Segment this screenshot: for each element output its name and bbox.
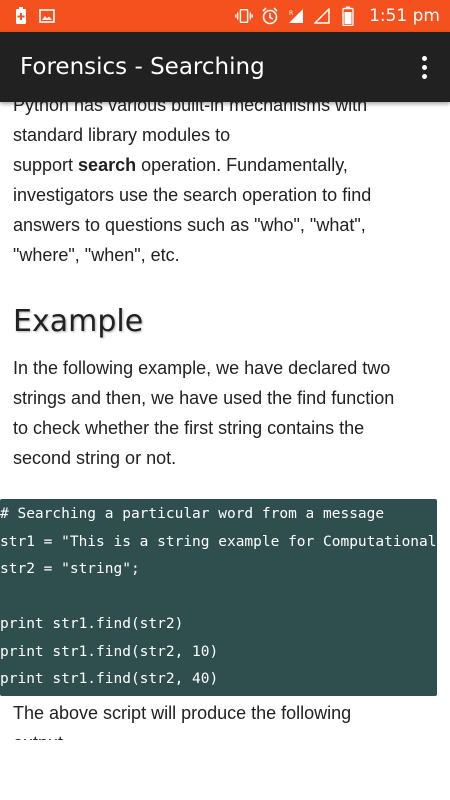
output-line: The above script will produce the follow… (13, 702, 352, 723)
alarm-icon (261, 7, 279, 25)
code-line: # Searching a particular word from a mes… (0, 506, 385, 522)
example-line: second string or not. (13, 448, 177, 468)
example-line: to check whether the first string contai… (13, 418, 365, 438)
intro-line: standard library modules to (13, 125, 231, 145)
more-vert-icon[interactable] (406, 43, 442, 91)
code-line: str1 = "This is a string example for Com… (0, 533, 437, 550)
status-time: 1:51 pm (369, 6, 440, 26)
example-line: In the following example, we have declar… (13, 358, 391, 378)
example-line: strings and then, we have used the find … (13, 388, 395, 408)
intro-paragraph: Python has various built-in mechanisms w… (13, 102, 438, 270)
code-block[interactable]: # Searching a particular word from a mes… (0, 499, 437, 696)
intro-line: investigators use the search operation t… (13, 185, 372, 205)
article-content[interactable]: Python has various built-in mechanisms w… (0, 102, 450, 740)
code-line: print str1.find(str2, 40) (0, 671, 219, 687)
code-line: print str1.find(str2) (0, 616, 184, 632)
battery-icon (339, 6, 357, 26)
battery-saver-icon (12, 7, 30, 25)
intro-line: support (13, 155, 79, 175)
signal-icon: R (287, 7, 305, 25)
example-paragraph: In the following example, we have declar… (13, 353, 438, 473)
image-icon (38, 7, 56, 25)
page-title: Forensics - Searching (20, 54, 265, 80)
app-bar: Forensics - Searching (0, 32, 450, 102)
code-line: print str1.find(str2, 10) (0, 643, 219, 660)
code-line: str2 = "string"; (0, 561, 140, 577)
search-keyword: search (78, 155, 137, 175)
signal-icon-2 (313, 7, 331, 25)
intro-line: "where", "when", etc. (13, 245, 180, 265)
vibrate-icon (235, 7, 253, 25)
status-bar: R 1:51 pm (0, 0, 450, 32)
intro-line: Python has various built-in mechanisms w… (13, 102, 368, 115)
intro-line: operation. Fundamentally, (136, 155, 348, 175)
section-heading: Example (13, 304, 144, 339)
svg-text:R: R (289, 10, 293, 17)
output-paragraph: The above script will produce the follow… (13, 698, 438, 741)
intro-line: answers to questions such as "who", "wha… (13, 215, 366, 235)
output-line: output (13, 733, 63, 741)
